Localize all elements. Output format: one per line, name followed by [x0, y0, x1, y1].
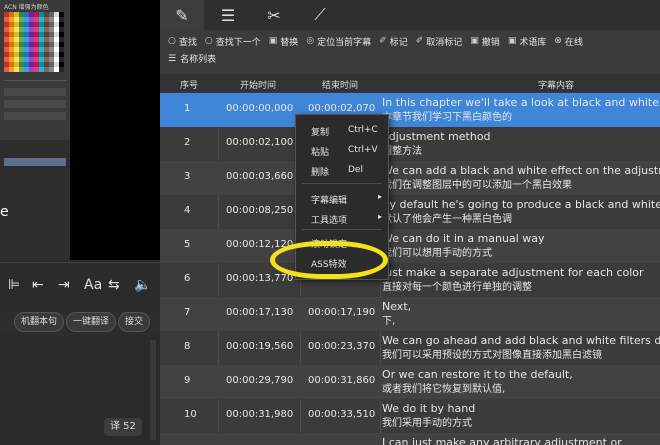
- table-row[interactable]: 5 00:00:12,120 We can do it in a manual …: [160, 229, 660, 263]
- tab-list[interactable]: ☰: [206, 0, 250, 30]
- subtitle-text: Or we can restore it to the default, 或者我们…: [382, 368, 573, 395]
- undo-icon: ▣: [470, 36, 479, 46]
- pin-icon: ✐: [379, 36, 387, 46]
- replace-button[interactable]: ▣ 替换: [269, 35, 299, 48]
- table-row[interactable]: 1 00:00:00,000 00:00:02,070 In this chap…: [160, 93, 660, 127]
- tab-edit[interactable]: ✎: [160, 0, 204, 30]
- table-row[interactable]: 9 00:00:29,790 00:00:31,860 Or we can re…: [160, 365, 660, 399]
- unmark-button[interactable]: ✐ 取消标记: [416, 35, 463, 48]
- divider: [302, 229, 382, 230]
- menu-item-tool-options[interactable]: 工具选项 ▸: [296, 209, 388, 227]
- list-icon: ☰: [168, 53, 177, 64]
- table-row[interactable]: 8 00:00:19,560 00:00:23,370 We can go ah…: [160, 331, 660, 365]
- subtitle-text: By default he's going to produce a black…: [382, 198, 660, 225]
- table-row[interactable]: 6 00:00:13,770 Just make a separate adju…: [160, 263, 660, 297]
- ps-panel-title: ACN 增强为颜色: [4, 4, 49, 11]
- context-menu: 复制 Ctrl+C 粘贴 Ctrl+V 删除 Del 字幕编辑 ▸ 工具选项 ▸…: [295, 114, 389, 280]
- subtitle-text: Just make a separate adjustment for each…: [382, 266, 644, 293]
- divider: [302, 183, 382, 184]
- locate-icon: ◎: [306, 36, 315, 46]
- count-badge: 译 52: [104, 418, 142, 436]
- find-next-button[interactable]: ○ 查找下一个: [205, 35, 261, 48]
- canvas-letter: e: [0, 204, 9, 220]
- scrollbar[interactable]: [150, 340, 156, 440]
- layer-row[interactable]: [4, 88, 66, 96]
- locate-button[interactable]: ◎ 定位当前字幕: [306, 35, 371, 48]
- find-next-icon: ○: [204, 36, 213, 46]
- submit-button[interactable]: 接交: [118, 312, 151, 332]
- tab-bar: ✎ ☰ ✂ ⟋: [160, 0, 660, 30]
- subtitle-text: We can add a black and white effect on t…: [382, 164, 660, 191]
- col-end[interactable]: 结束时间: [322, 78, 358, 91]
- font-icon[interactable]: Aa: [84, 277, 102, 293]
- editor-toolbar: ○ 查找 ○ 查找下一个 ▣ 替换 ◎ 定位当前字幕 ✐ 标记 ✐ 取消标记 ▣ 撤销 ▣ 术语…: [160, 32, 660, 50]
- subtitle-text: We can do it in a manual way 我们可以想用手动的方式: [382, 232, 545, 259]
- swap-icon[interactable]: ⇆: [108, 277, 120, 293]
- col-start[interactable]: 开始时间: [240, 78, 276, 91]
- undo-button[interactable]: ▣ 撤销: [470, 35, 500, 48]
- term-icon: ▣: [507, 36, 517, 46]
- table-row[interactable]: 3 00:00:03,660 We can add a black and wh…: [160, 161, 660, 195]
- align-icon[interactable]: ⊫: [8, 277, 20, 293]
- menu-item-subtitle-edit[interactable]: 字幕编辑 ▸: [296, 189, 388, 207]
- subtitle-text: I can just make any arbitrary adjustment…: [382, 436, 622, 445]
- online-button[interactable]: ⊗ 在线: [554, 35, 583, 48]
- translate-all-button[interactable]: 一键翻译: [66, 312, 117, 332]
- mark-button[interactable]: ✐ 标记: [379, 35, 408, 48]
- name-list-button[interactable]: ☰ 名称列表: [168, 52, 216, 66]
- menu-item-delete[interactable]: 删除 Del: [296, 161, 388, 179]
- layer-row[interactable]: [4, 100, 66, 108]
- subtitle-text: In this chapter we'll take a look at bla…: [382, 96, 659, 123]
- menu-item-scroll-lock[interactable]: 滚动锁定: [296, 233, 388, 251]
- divider: [4, 80, 66, 81]
- jump-start-icon[interactable]: ⇤: [32, 277, 44, 293]
- layer-row[interactable]: [4, 112, 66, 120]
- table-row[interactable]: 2 00:00:02,100 adjustment method 调整方法: [160, 127, 660, 161]
- subtitle-text: Next, 下,: [382, 300, 412, 327]
- subtitle-text: We can go ahead and add black and white …: [382, 334, 660, 361]
- machine-translate-button[interactable]: 机翻本句: [14, 312, 65, 332]
- tools-icon: ✂: [267, 5, 281, 25]
- subtitle-tool-row: ⊫ ⇤ ⇥ Aa ⇆ 🔈: [0, 262, 160, 311]
- list-icon: ☰: [220, 5, 236, 25]
- settings-icon: ⊗: [554, 36, 562, 46]
- layer-row-selected[interactable]: [4, 158, 66, 166]
- tab-chart[interactable]: ⟋: [298, 0, 342, 30]
- audio-icon[interactable]: 🔈: [134, 277, 151, 293]
- image-canvas[interactable]: [70, 0, 160, 260]
- unpin-icon: ✐: [415, 36, 424, 46]
- search-button[interactable]: ○ 查找: [168, 35, 197, 48]
- search-icon: ○: [168, 36, 176, 46]
- subtitle-text: We do it by hand 我们采用手动的方式: [382, 402, 476, 429]
- menu-item-ass-effect[interactable]: ASS特效: [296, 253, 388, 271]
- col-content[interactable]: 字幕内容: [538, 78, 574, 91]
- chart-icon: ⟋: [314, 5, 326, 24]
- table-row[interactable]: 10 00:00:31,980 00:00:33,510 We do it by…: [160, 399, 660, 433]
- chevron-right-icon: ▸: [378, 212, 383, 221]
- menu-item-paste[interactable]: 粘贴 Ctrl+V: [296, 141, 388, 159]
- pencil-icon: ✎: [175, 5, 189, 25]
- table-row[interactable]: 7 00:00:17,130 00:00:17,190 Next, 下,: [160, 297, 660, 331]
- jump-end-icon[interactable]: ⇥: [58, 277, 70, 293]
- tab-tools[interactable]: ✂: [252, 0, 296, 30]
- col-index[interactable]: 序号: [180, 78, 198, 91]
- color-swatches[interactable]: [4, 12, 64, 72]
- subtitle-editor: ✎ ☰ ✂ ⟋ ○ 查找 ○ 查找下一个 ▣ 替换 ◎ 定位当前字幕 ✐ 标记 ✐ 取消标记…: [160, 0, 660, 445]
- table-header: 序号 开始时间 结束时间 字幕内容: [160, 74, 660, 92]
- menu-item-copy[interactable]: 复制 Ctrl+C: [296, 121, 388, 139]
- chevron-right-icon: ▸: [378, 192, 383, 201]
- table-row[interactable]: I can just make any arbitrary adjustment…: [160, 433, 660, 445]
- photoshop-panel: ACN 增强为颜色 e ⊫ ⇤ ⇥ Aa ⇆ 🔈 机翻本句 一键翻译 接交 译 …: [0, 0, 160, 445]
- subtitle-text: adjustment method 调整方法: [382, 130, 491, 157]
- table-row[interactable]: 4 00:00:08,250 By default he's going to …: [160, 195, 660, 229]
- term-base-button[interactable]: ▣ 术语库: [508, 35, 547, 48]
- replace-icon: ▣: [268, 36, 278, 46]
